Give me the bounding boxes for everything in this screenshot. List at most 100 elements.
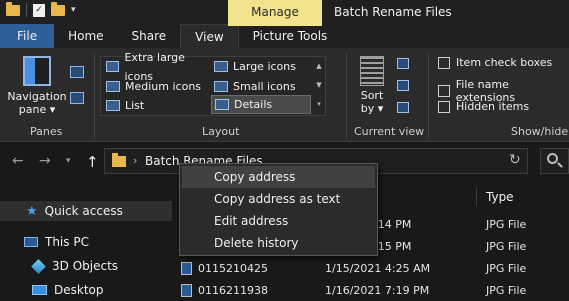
nav-item-label: Desktop <box>54 283 104 297</box>
customize-toolbar-dropdown-icon[interactable]: ▾ <box>71 5 76 15</box>
menu-item-delete-history[interactable]: Delete history <box>180 232 377 254</box>
file-date: 1/15/2021 4:25 AM <box>325 262 431 275</box>
folder-icon <box>112 153 126 167</box>
title-bar: ✓ ▾ Manage Batch Rename Files <box>0 0 569 24</box>
layout-item-label: List <box>125 99 145 112</box>
desktop-icon <box>32 285 47 295</box>
menu-item-copy-address-as-text[interactable]: Copy address as text <box>180 188 377 210</box>
large-icons-icon <box>214 61 228 72</box>
details-icon <box>215 99 229 110</box>
file-name: 0116211938 <box>198 284 268 297</box>
ribbon: Navigation pane ▾ Panes Extra large icon… <box>0 48 569 142</box>
layout-item-label: Small icons <box>233 80 296 93</box>
navigation-pane-label-line2: pane ▾ <box>18 103 56 116</box>
computer-icon <box>24 237 38 247</box>
nav-desktop[interactable]: Desktop <box>32 283 104 297</box>
table-row[interactable]: 0116211938 1/16/2021 7:19 PM JPG File <box>174 280 569 301</box>
recent-locations-chevron-icon[interactable]: ▾ <box>66 156 71 166</box>
tab-home[interactable]: Home <box>54 24 117 48</box>
file-type: JPG File <box>486 218 527 231</box>
table-row[interactable]: 0115210425 1/15/2021 4:25 AM JPG File <box>174 258 569 280</box>
column-header-type[interactable]: Type <box>486 187 514 207</box>
layout-medium-icons[interactable]: Medium icons <box>103 77 213 96</box>
layout-small-icons[interactable]: Small icons <box>211 77 311 96</box>
sort-by-label-line2: by ▾ <box>360 102 384 115</box>
show-hide-group-label: Show/hide <box>511 125 569 138</box>
window-title: Batch Rename Files <box>334 5 452 19</box>
file-name: 0115210425 <box>198 262 268 275</box>
details-pane-icon[interactable] <box>70 92 84 104</box>
tab-file[interactable]: File <box>0 24 55 48</box>
properties-icon[interactable]: ✓ <box>33 3 45 17</box>
group-divider <box>94 54 95 138</box>
hidden-items-label: Hidden items <box>456 100 530 113</box>
navigation-pane-label-line1: Navigation <box>7 90 67 103</box>
manage-tab[interactable]: Manage <box>228 0 322 24</box>
image-file-icon <box>181 284 192 297</box>
ribbon-tabs: File Home Share View Picture Tools <box>0 24 569 48</box>
layout-extra-large-icons[interactable]: Extra large icons <box>103 51 213 83</box>
nav-item-label: 3D Objects <box>52 259 119 273</box>
navigation-pane-button[interactable]: Navigation pane ▾ <box>6 56 68 116</box>
nav-item-label: Quick access <box>44 204 123 218</box>
group-by-icon[interactable] <box>397 58 409 69</box>
layout-list[interactable]: List <box>103 96 203 115</box>
layout-item-label: Medium icons <box>125 80 202 93</box>
preview-pane-icon[interactable] <box>70 66 84 78</box>
tab-view[interactable]: View <box>180 24 239 48</box>
tab-share[interactable]: Share <box>118 24 181 48</box>
toolbar-separator <box>26 3 27 17</box>
medium-icons-icon <box>106 81 120 92</box>
panes-group-label: Panes <box>30 125 63 138</box>
new-folder-icon[interactable] <box>51 1 65 16</box>
size-columns-icon[interactable] <box>397 102 409 113</box>
tab-picture-tools[interactable]: Picture Tools <box>238 24 342 48</box>
layout-large-icons[interactable]: Large icons <box>211 57 311 76</box>
extra-large-icons-icon <box>106 61 120 72</box>
hidden-items-toggle[interactable]: Hidden items <box>438 100 529 113</box>
back-arrow-icon[interactable]: ← <box>12 153 24 169</box>
menu-item-edit-address[interactable]: Edit address <box>180 210 377 232</box>
group-divider <box>428 54 429 138</box>
column-divider[interactable] <box>476 187 477 207</box>
search-box[interactable] <box>540 148 569 174</box>
layout-gallery-scroll[interactable]: ▲ ▼ ▾ <box>313 57 325 115</box>
layout-details[interactable]: Details <box>211 95 311 114</box>
refresh-icon[interactable]: ↻ <box>509 152 521 168</box>
hidden-items-checkbox[interactable] <box>438 100 450 113</box>
star-icon: ★ <box>26 203 38 219</box>
sort-by-button[interactable]: Sort by ▾ <box>357 56 387 115</box>
file-type: JPG File <box>486 262 527 275</box>
nav-this-pc[interactable]: This PC <box>24 235 89 249</box>
item-check-boxes-toggle[interactable]: Item check boxes <box>438 56 552 69</box>
small-icons-icon <box>214 81 228 92</box>
quick-access-toolbar: ✓ ▾ <box>6 1 76 17</box>
item-check-boxes-label: Item check boxes <box>456 56 553 69</box>
file-name-extensions-checkbox[interactable] <box>438 85 450 97</box>
file-type: JPG File <box>486 240 527 253</box>
sort-by-label-line1: Sort <box>360 89 384 102</box>
contextual-tab-accent <box>228 24 322 26</box>
group-divider <box>346 54 347 138</box>
sort-by-icon <box>360 56 384 86</box>
item-check-boxes-checkbox[interactable] <box>438 56 450 69</box>
nav-3d-objects[interactable]: 3D Objects <box>31 258 119 274</box>
nav-quick-access[interactable]: ★ Quick access <box>0 201 172 221</box>
add-columns-icon[interactable] <box>397 80 409 91</box>
menu-item-copy-address[interactable]: Copy address <box>182 166 375 188</box>
file-date: 1/16/2021 7:19 PM <box>325 284 430 297</box>
layout-item-label: Large icons <box>233 60 296 73</box>
breadcrumb-chevron-icon[interactable]: › <box>133 154 137 167</box>
current-view-group-label: Current view <box>354 125 425 138</box>
file-type: JPG File <box>486 284 527 297</box>
forward-arrow-icon[interactable]: → <box>39 153 51 169</box>
layout-gallery: Extra large icons Large icons Medium ico… <box>100 51 326 116</box>
layout-group-label: Layout <box>202 125 240 138</box>
navigation-pane-icon <box>23 56 51 86</box>
3d-objects-icon <box>31 258 46 274</box>
search-icon <box>547 153 558 164</box>
up-arrow-icon[interactable]: ↑ <box>86 153 99 171</box>
folder-icon[interactable] <box>6 1 20 16</box>
layout-item-label: Details <box>234 98 273 111</box>
list-icon <box>106 100 120 111</box>
